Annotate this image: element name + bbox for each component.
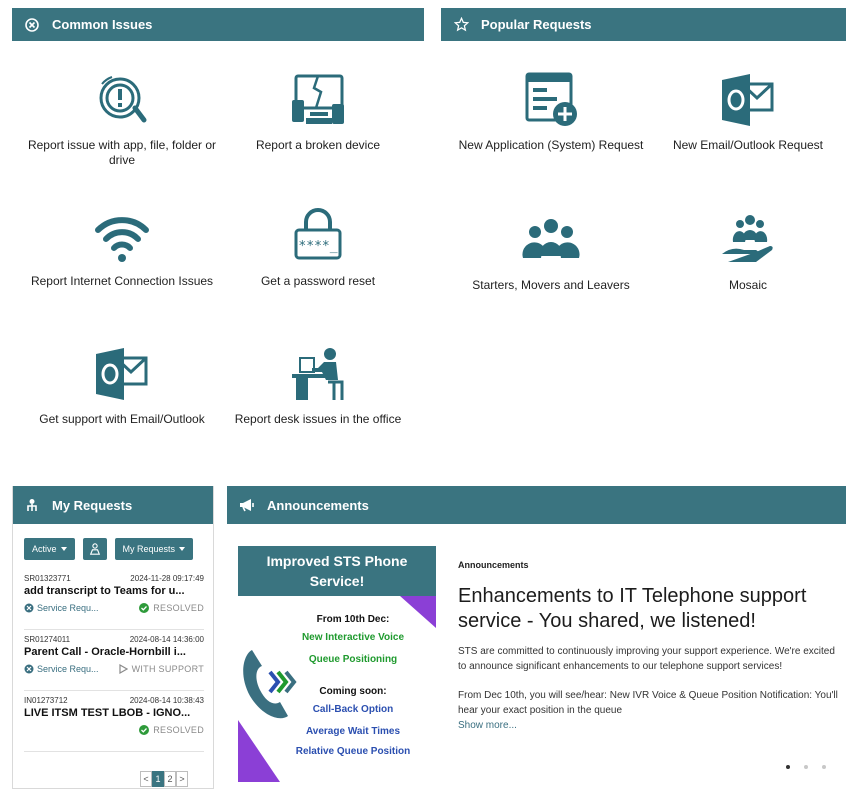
page-2-button[interactable]: 2	[164, 771, 176, 787]
announcement-title[interactable]: Enhancements to IT Telephone support ser…	[458, 584, 838, 634]
page-1-button[interactable]: 1	[152, 771, 164, 787]
wifi-icon	[95, 217, 149, 262]
tile-mosaic[interactable]: Mosaic	[648, 210, 846, 293]
status-filter-button[interactable]: Active	[24, 538, 75, 560]
tile-new-email[interactable]: New Email/Outlook Request	[648, 70, 846, 153]
org-filter-button[interactable]	[82, 538, 107, 560]
tile-label: New Email/Outlook Request	[672, 138, 824, 152]
request-title: Parent Call - Oracle-Hornbill i...	[24, 646, 186, 658]
request-status: RESOLVED	[153, 725, 204, 735]
request-id: SR01323771	[24, 574, 71, 583]
popular-requests-title: Popular Requests	[481, 17, 592, 32]
request-title: LIVE ITSM TEST LBOB - IGNO...	[24, 707, 191, 719]
service-request-icon	[24, 603, 34, 613]
tile-label: New Application (System) Request	[458, 138, 644, 152]
svg-text:****_: ****_	[298, 239, 337, 254]
next-page-button[interactable]: >	[176, 771, 188, 787]
announcement-content: Announcements Enhancements to IT Telepho…	[458, 560, 838, 731]
request-type: Service Requ...	[37, 603, 99, 613]
tile-label: Report desk issues in the office	[234, 412, 402, 426]
announcement-category: Announcements	[458, 560, 529, 570]
carousel-dot[interactable]	[786, 765, 790, 769]
request-type: Service Requ...	[37, 664, 99, 674]
user-tree-icon	[89, 543, 100, 555]
check-circle-icon	[139, 603, 150, 613]
close-circle-icon	[24, 17, 40, 33]
service-request-icon	[24, 664, 34, 674]
tile-label: Report issue with app, file, folder or d…	[27, 138, 217, 167]
desk-worker-icon	[292, 348, 344, 400]
scope-filter-button[interactable]: My Requests	[114, 538, 194, 560]
tile-report-internet-issue[interactable]: Report Internet Connection Issues	[22, 206, 222, 289]
outlook-icon	[722, 74, 774, 126]
request-filters: Active My Requests	[24, 538, 204, 560]
tile-new-application[interactable]: New Application (System) Request	[451, 70, 651, 153]
tile-email-support[interactable]: Get support with Email/Outlook	[22, 344, 222, 427]
announcement-body: From Dec 10th, you will see/hear: New IV…	[458, 690, 838, 716]
tile-label: Get support with Email/Outlook	[39, 412, 205, 426]
request-title: add transcript to Teams for u...	[24, 585, 185, 597]
announcements-title: Announcements	[267, 497, 369, 513]
request-item[interactable]: SR01323771 2024-11-28 09:17:49 add transc…	[24, 570, 204, 630]
banner-heading: Improved STS Phone Service!	[238, 546, 436, 596]
request-date: 2024-11-28 09:17:49	[130, 574, 204, 583]
tile-report-app-issue[interactable]: Report issue with app, file, folder or d…	[22, 70, 222, 168]
announcement-banner[interactable]: Improved STS Phone Service! From 10th De…	[238, 546, 436, 782]
request-date: 2024-08-14 10:38:43	[129, 696, 204, 705]
request-status: RESOLVED	[153, 603, 204, 613]
banner-from-label: From 10th Dec:	[316, 614, 390, 625]
tile-label: Starters, Movers and Leavers	[472, 278, 630, 292]
tile-label: Report a broken device	[255, 138, 381, 152]
tile-label: Mosaic	[728, 278, 767, 292]
carousel-indicators	[786, 765, 826, 769]
tile-report-broken-device[interactable]: Report a broken device	[218, 70, 418, 153]
check-circle-icon	[139, 725, 150, 735]
request-date: 2024-08-14 14:36:00	[129, 635, 204, 644]
common-issues-title: Common Issues	[52, 17, 153, 32]
tile-starters-movers-leavers[interactable]: Starters, Movers and Leavers	[451, 210, 651, 293]
request-id: SR01274011	[24, 635, 71, 644]
request-id: IN01273712	[24, 696, 68, 705]
play-outline-icon	[118, 664, 128, 674]
show-more-link[interactable]: Show more...	[458, 720, 838, 731]
pagination: < 1 2 >	[140, 771, 188, 787]
people-group-icon	[522, 219, 580, 258]
search-alert-icon	[99, 76, 147, 123]
announcement-body: STS are committed to continuously improv…	[458, 646, 835, 672]
tile-label: Get a password reset	[260, 274, 376, 288]
announcements-header: Announcements	[227, 486, 846, 524]
banner-soon-item: Relative Queue Position	[295, 746, 411, 757]
broken-device-icon	[292, 74, 344, 124]
banner-feature: Queue Positioning	[308, 654, 398, 665]
request-status: WITH SUPPORT	[131, 664, 204, 674]
caret-down-icon	[179, 547, 186, 551]
carousel-dot[interactable]	[822, 765, 826, 769]
popular-requests-header: Popular Requests	[441, 8, 846, 41]
banner-feature: New Interactive Voice	[301, 632, 405, 643]
request-item[interactable]: SR01274011 2024-08-14 14:36:00 Parent Cal…	[24, 631, 204, 691]
tile-desk-issues[interactable]: Report desk issues in the office	[218, 344, 418, 427]
banner-soon-item: Average Wait Times	[305, 726, 401, 737]
tile-label: Report Internet Connection Issues	[30, 274, 214, 288]
hand-people-icon	[722, 215, 773, 262]
star-icon	[453, 17, 469, 33]
caret-down-icon	[60, 547, 67, 551]
request-item[interactable]: IN01273712 2024-08-14 10:38:43 LIVE ITSM …	[24, 692, 204, 752]
megaphone-icon	[239, 497, 255, 513]
tile-password-reset[interactable]: ****_ Get a password reset	[218, 206, 418, 289]
outlook-icon	[96, 348, 148, 400]
banner-soon-item: Call-Back Option	[312, 704, 394, 715]
prev-page-button[interactable]: <	[140, 771, 152, 787]
banner-coming-label: Coming soon:	[319, 686, 387, 697]
new-application-icon	[525, 72, 577, 126]
common-issues-header: Common Issues	[12, 8, 424, 41]
carousel-dot[interactable]	[804, 765, 808, 769]
lock-password-icon: ****_	[294, 208, 342, 260]
